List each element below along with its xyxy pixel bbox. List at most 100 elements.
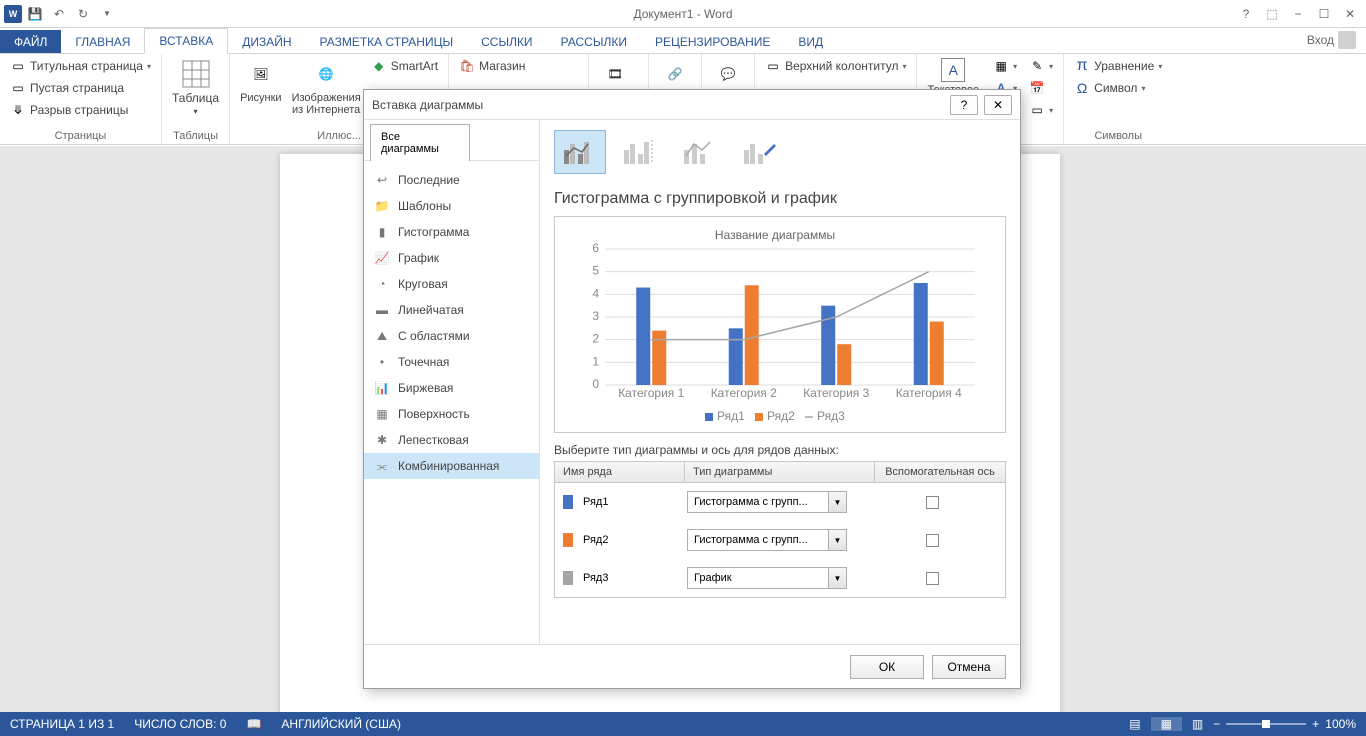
- category-круговая[interactable]: ◔Круговая: [364, 271, 539, 297]
- smartart-button[interactable]: ◆SmartArt: [367, 56, 442, 76]
- tab-home[interactable]: ГЛАВНАЯ: [61, 30, 144, 54]
- secondary-axis-checkbox[interactable]: [867, 496, 997, 509]
- series-swatch: [563, 571, 573, 585]
- category-линейчатая[interactable]: ▬Линейчатая: [364, 297, 539, 323]
- category-график[interactable]: 📈График: [364, 245, 539, 271]
- zoom-handle[interactable]: [1262, 720, 1270, 728]
- series-swatch: [563, 533, 573, 547]
- svg-text:2: 2: [592, 332, 599, 346]
- ribbon-display-icon[interactable]: ⬚: [1260, 3, 1284, 25]
- link-button[interactable]: 🔗: [655, 56, 695, 92]
- subtype-combo-1[interactable]: [554, 130, 606, 174]
- video-button[interactable]: 🎞: [595, 56, 635, 92]
- table-button[interactable]: Таблица▾: [168, 56, 223, 120]
- zoom-out-icon[interactable]: −: [1213, 717, 1220, 731]
- store-button[interactable]: 🛍Магазин: [455, 56, 529, 76]
- secondary-axis-checkbox[interactable]: [867, 572, 997, 585]
- category-icon: 📈: [374, 250, 390, 266]
- object-button[interactable]: ▭▾: [1025, 100, 1057, 120]
- category-точечная[interactable]: •Точечная: [364, 349, 539, 375]
- tab-insert[interactable]: ВСТАВКА: [144, 28, 228, 54]
- subtype-combo-3[interactable]: [674, 130, 726, 174]
- category-icon: ↩: [374, 172, 390, 188]
- secondary-axis-checkbox[interactable]: [867, 534, 997, 547]
- equation-button[interactable]: πУравнение▾: [1070, 56, 1166, 76]
- close-icon[interactable]: ✕: [1338, 3, 1362, 25]
- category-icon: ▦: [374, 406, 390, 422]
- tab-references[interactable]: ССЫЛКИ: [467, 30, 546, 54]
- comment-button[interactable]: 💬: [708, 56, 748, 92]
- zoom-value[interactable]: 100%: [1325, 717, 1356, 731]
- window-controls: ? ⬚ − ☐ ✕: [1234, 3, 1366, 25]
- tab-view[interactable]: ВИД: [784, 30, 837, 54]
- sig-button[interactable]: ✎▾: [1025, 56, 1057, 76]
- view-print-icon[interactable]: ▦: [1151, 717, 1182, 731]
- film-icon: 🎞: [599, 58, 631, 90]
- symbol-button[interactable]: ΩСимвол▾: [1070, 78, 1166, 98]
- tab-mailings[interactable]: РАССЫЛКИ: [547, 30, 641, 54]
- category-label: Линейчатая: [398, 303, 464, 317]
- status-words[interactable]: ЧИСЛО СЛОВ: 0: [124, 717, 236, 731]
- save-icon[interactable]: 💾: [24, 3, 46, 25]
- all-charts-tab[interactable]: Все диаграммы: [370, 124, 470, 161]
- dialog-help-button[interactable]: ?: [950, 95, 978, 115]
- category-поверхность[interactable]: ▦Поверхность: [364, 401, 539, 427]
- tab-file[interactable]: ФАЙЛ: [0, 30, 61, 54]
- status-proof-icon[interactable]: 📖: [236, 717, 271, 731]
- maximize-icon[interactable]: ☐: [1312, 3, 1336, 25]
- comment-icon: 💬: [712, 58, 744, 90]
- category-лепестковая[interactable]: ✱Лепестковая: [364, 427, 539, 453]
- category-последние[interactable]: ↩Последние: [364, 167, 539, 193]
- zoom-slider[interactable]: − + 100%: [1213, 717, 1366, 731]
- svg-text:Категория 2: Категория 2: [711, 386, 777, 400]
- sign-in[interactable]: Вход: [1297, 26, 1366, 54]
- tab-review[interactable]: РЕЦЕНЗИРОВАНИЕ: [641, 30, 784, 54]
- help-icon[interactable]: ?: [1234, 3, 1258, 25]
- redo-icon[interactable]: ↻: [72, 3, 94, 25]
- titlebar: W 💾 ↶ ↻ ▼ Документ1 - Word ? ⬚ − ☐ ✕: [0, 0, 1366, 28]
- qat-customize-icon[interactable]: ▼: [96, 3, 118, 25]
- view-web-icon[interactable]: ▥: [1182, 717, 1213, 731]
- cancel-button[interactable]: Отмена: [932, 655, 1006, 679]
- chevron-down-icon: ▼: [828, 568, 846, 588]
- series-type-combo[interactable]: Гистограмма с групп...▼: [687, 529, 847, 551]
- subtype-custom[interactable]: [734, 130, 786, 174]
- combo-chart-icon: [680, 136, 720, 168]
- zoom-track[interactable]: [1226, 723, 1306, 725]
- quickparts-button[interactable]: ▦▾: [989, 56, 1021, 76]
- category-комбинированная[interactable]: ⫘Комбинированная: [364, 453, 539, 479]
- series-table: Имя ряда Тип диаграммы Вспомогательная о…: [554, 461, 1006, 598]
- dialog-main: Гистограмма с группировкой и график Назв…: [540, 120, 1020, 644]
- series-type-combo[interactable]: График▼: [687, 567, 847, 589]
- status-language[interactable]: АНГЛИЙСКИЙ (США): [271, 717, 411, 731]
- blank-page-button[interactable]: ▭Пустая страница: [6, 78, 155, 98]
- series-swatch: [563, 495, 573, 509]
- header-button[interactable]: ▭Верхний колонтитул▾: [761, 56, 910, 76]
- tab-design[interactable]: ДИЗАЙН: [228, 30, 305, 54]
- status-page[interactable]: СТРАНИЦА 1 ИЗ 1: [0, 717, 124, 731]
- category-с областями[interactable]: ⛰С областями: [364, 323, 539, 349]
- pictures-button[interactable]: 🖼Рисунки: [236, 56, 286, 106]
- view-read-icon[interactable]: ▤: [1119, 717, 1150, 731]
- subtype-combo-2[interactable]: [614, 130, 666, 174]
- category-гистограмма[interactable]: ▮Гистограмма: [364, 219, 539, 245]
- cover-page-button[interactable]: ▭Титульная страница▾: [6, 56, 155, 76]
- dialog-close-button[interactable]: ✕: [984, 95, 1012, 115]
- group-symbols: πУравнение▾ ΩСимвол▾ Символы: [1064, 54, 1172, 144]
- zoom-in-icon[interactable]: +: [1312, 717, 1319, 731]
- online-pictures-button[interactable]: 🌐Изображения из Интернета: [288, 56, 365, 118]
- ok-button[interactable]: ОК: [850, 655, 924, 679]
- minimize-icon[interactable]: −: [1286, 3, 1310, 25]
- category-биржевая[interactable]: 📊Биржевая: [364, 375, 539, 401]
- series-type-combo[interactable]: Гистограмма с групп...▼: [687, 491, 847, 513]
- col-name: Имя ряда: [555, 462, 685, 482]
- category-label: С областями: [398, 329, 470, 343]
- tab-pagelayout[interactable]: РАЗМЕТКА СТРАНИЦЫ: [306, 30, 468, 54]
- category-шаблоны[interactable]: 📁Шаблоны: [364, 193, 539, 219]
- series-name: Ряд3: [583, 572, 687, 584]
- svg-text:Категория 3: Категория 3: [803, 386, 869, 400]
- page-break-button[interactable]: ⤋Разрыв страницы: [6, 100, 155, 120]
- date-button[interactable]: 📅: [1025, 78, 1057, 98]
- ribbon-tabs: ФАЙЛ ГЛАВНАЯ ВСТАВКА ДИЗАЙН РАЗМЕТКА СТР…: [0, 28, 1366, 54]
- undo-icon[interactable]: ↶: [48, 3, 70, 25]
